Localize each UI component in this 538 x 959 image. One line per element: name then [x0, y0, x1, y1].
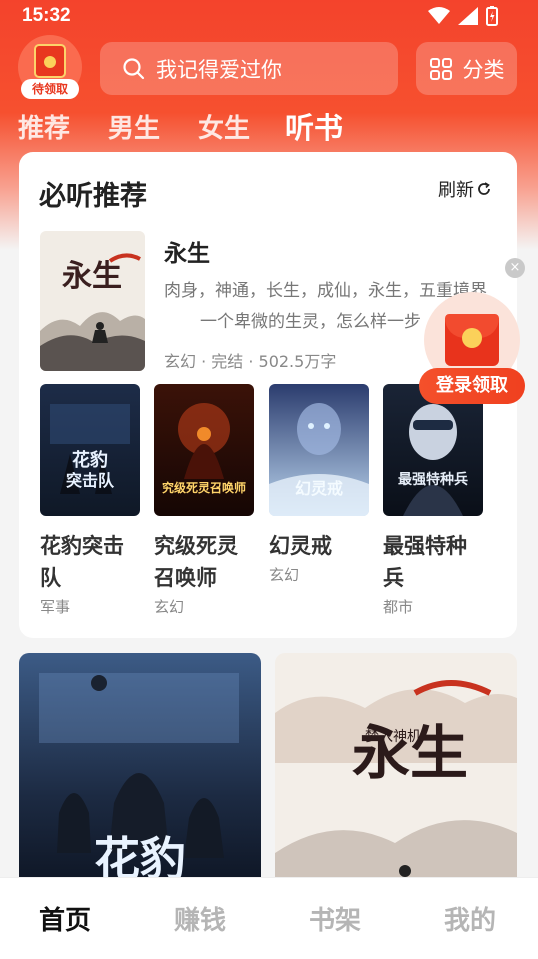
status-bar: 15:32 — [0, 0, 538, 34]
refresh-button[interactable]: 刷新 — [438, 176, 491, 202]
book-title: 花豹突击队 — [40, 534, 124, 590]
featured-cover-text: 永生 — [62, 259, 122, 294]
nav-earn[interactable]: 赚钱 — [150, 900, 250, 937]
redpacket-entry[interactable]: 待领取 — [18, 35, 82, 99]
wifi-icon — [428, 7, 450, 24]
nav-bookshelf[interactable]: 书架 — [285, 900, 385, 937]
book-genre: 军事 — [40, 598, 71, 616]
refresh-icon — [478, 182, 490, 195]
status-icons — [428, 6, 498, 26]
search-placeholder: 我记得爱过你 — [156, 57, 282, 82]
book-genre: 玄幻 — [269, 566, 300, 584]
book-title: 最强特种兵 — [383, 534, 467, 590]
book-title: 幻灵戒 — [269, 534, 332, 558]
book-genre: 玄幻 — [154, 598, 185, 616]
nav-profile[interactable]: 我的 — [420, 900, 520, 937]
tab-male[interactable]: 男生 — [108, 108, 160, 145]
book-cover: 究级死灵召唤师 — [154, 384, 254, 516]
book-genre: 都市 — [383, 598, 414, 616]
nav-home[interactable]: 首页 — [15, 900, 115, 937]
book-cover: 幻灵戒 — [269, 384, 369, 516]
featured-book-title[interactable]: 永生 — [164, 234, 210, 268]
svg-text:花豹: 花豹 — [72, 449, 108, 471]
tab-audiobook[interactable]: 听书 — [285, 105, 343, 147]
section-title: 必听推荐 — [39, 181, 147, 212]
svg-text:最强特种兵: 最强特种兵 — [398, 471, 468, 488]
signal-icon — [458, 7, 478, 25]
big-cover-author: 梦入神机 — [365, 729, 421, 745]
svg-text:究级死灵召唤师: 究级死灵召唤师 — [162, 480, 246, 495]
search-icon — [123, 57, 145, 79]
status-time: 15:32 — [22, 5, 71, 26]
featured-book-cover[interactable]: 永生 — [40, 231, 145, 371]
svg-text:突击队: 突击队 — [66, 471, 115, 490]
login-claim-button[interactable]: 登录领取 — [419, 368, 525, 404]
bottom-navigation: 首页 赚钱 书架 我的 — [0, 877, 538, 959]
channel-tabs: 推荐 男生 女生 听书 — [0, 108, 538, 152]
battery-icon — [486, 6, 498, 26]
big-book-cover[interactable]: 永生 梦入神机 — [275, 653, 517, 893]
tab-female[interactable]: 女生 — [198, 108, 250, 145]
redpacket-icon — [34, 44, 66, 78]
book-item[interactable]: 幻灵戒 幻灵戒 玄幻 — [269, 384, 369, 585]
book-item[interactable]: 花豹 突击队 花豹突击队 军事 — [40, 384, 140, 617]
search-input[interactable]: 我记得爱过你 — [100, 42, 398, 95]
book-title: 究级死灵召唤师 — [154, 534, 238, 590]
book-item[interactable]: 最强特种兵 最强特种兵 都市 — [383, 384, 483, 617]
featured-book-meta: 玄幻 · 完结 · 502.5万字 — [164, 352, 337, 371]
grid-icon — [429, 57, 452, 80]
redpacket-icon — [445, 314, 499, 366]
category-button[interactable]: 分类 — [416, 42, 517, 95]
category-label: 分类 — [462, 57, 505, 82]
redpacket-label: 待领取 — [21, 79, 79, 99]
floating-close-button[interactable]: × — [505, 258, 525, 278]
refresh-label: 刷新 — [438, 180, 474, 201]
tab-recommend[interactable]: 推荐 — [18, 108, 70, 145]
svg-text:幻灵戒: 幻灵戒 — [295, 479, 343, 498]
big-book-cover[interactable]: 花豹 — [19, 653, 261, 893]
book-cover: 花豹 突击队 — [40, 384, 140, 516]
book-item[interactable]: 究级死灵召唤师 究级死灵召唤师 玄幻 — [154, 384, 254, 617]
